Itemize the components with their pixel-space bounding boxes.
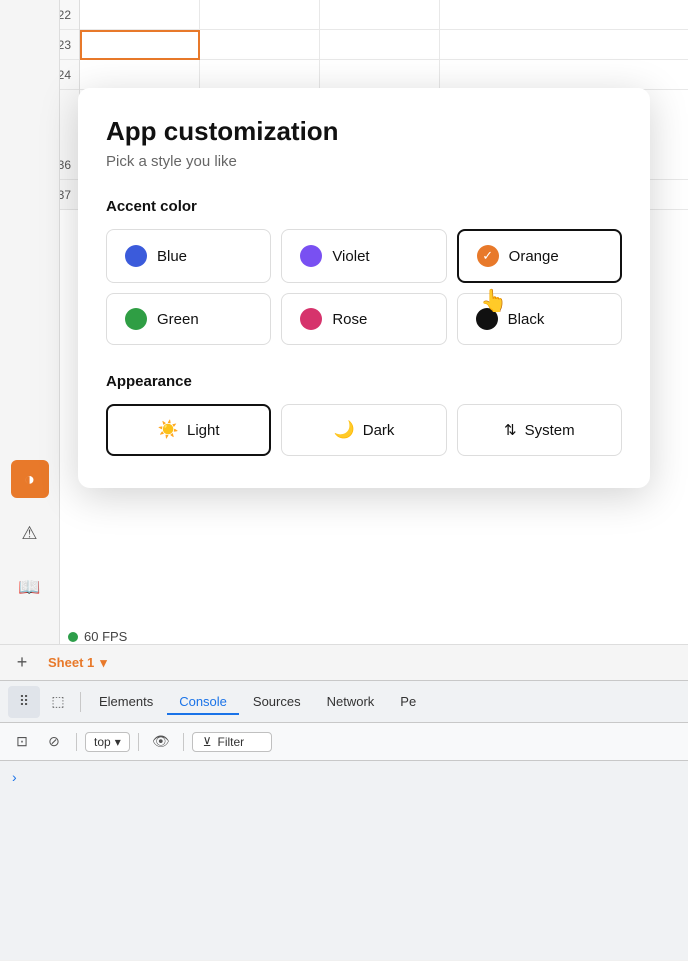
fps-label: 60 FPS bbox=[84, 629, 127, 644]
appearance-btn-dark[interactable]: 🌙 Dark bbox=[281, 404, 446, 456]
color-label-rose: Rose bbox=[332, 311, 367, 328]
app-customization-modal: App customization Pick a style you like … bbox=[78, 88, 650, 488]
appearance-btn-system[interactable]: ⇅ System bbox=[457, 404, 622, 456]
appearance-label-dark: Dark bbox=[363, 422, 395, 439]
grid-cell[interactable] bbox=[80, 60, 200, 90]
tab-separator bbox=[80, 692, 81, 712]
color-grid: Blue Violet ✓ Orange Green Rose Black bbox=[106, 229, 622, 345]
color-label-blue: Blue bbox=[157, 248, 187, 265]
add-sheet-button[interactable]: + bbox=[8, 649, 36, 677]
grid-cell[interactable] bbox=[320, 0, 440, 30]
appearance-btn-light[interactable]: ☀️ Light bbox=[106, 404, 271, 456]
toolbar-separator-2 bbox=[138, 733, 139, 751]
fps-dot bbox=[68, 632, 78, 642]
accent-color-label: Accent color bbox=[106, 198, 622, 215]
grid-row-24 bbox=[80, 60, 688, 90]
tab-performance[interactable]: Pe bbox=[388, 690, 428, 715]
modal-title: App customization bbox=[106, 116, 622, 147]
color-btn-orange[interactable]: ✓ Orange bbox=[457, 229, 622, 283]
appearance-grid: ☀️ Light 🌙 Dark ⇅ System bbox=[106, 404, 622, 456]
color-dot-blue bbox=[125, 245, 147, 267]
color-label-black: Black bbox=[508, 311, 545, 328]
sheet-tab-chevron: ▾ bbox=[100, 655, 107, 671]
grid-cell[interactable] bbox=[200, 0, 320, 30]
grid-cell[interactable] bbox=[200, 60, 320, 90]
filter-input[interactable]: ⊻ Filter bbox=[192, 732, 272, 752]
color-btn-violet[interactable]: Violet bbox=[281, 229, 446, 283]
light-icon: ☀️ bbox=[158, 420, 179, 440]
tab-console[interactable]: Console bbox=[167, 690, 239, 715]
tab-network[interactable]: Network bbox=[315, 690, 387, 715]
devtools-icon-grid[interactable]: ⠿ bbox=[8, 686, 40, 718]
grid-cell[interactable] bbox=[320, 60, 440, 90]
tab-elements[interactable]: Elements bbox=[87, 690, 165, 715]
filter-funnel-icon: ⊻ bbox=[203, 735, 212, 749]
color-dot-violet bbox=[300, 245, 322, 267]
sidebar-icon-docs[interactable]: 📖 bbox=[11, 568, 49, 606]
fps-indicator: 60 FPS bbox=[68, 629, 127, 644]
sheet-tab[interactable]: Sheet 1 ▾ bbox=[44, 653, 111, 673]
sidebar-toggle-icon[interactable]: ⊡ bbox=[8, 728, 36, 756]
grid-cell[interactable] bbox=[80, 0, 200, 30]
console-area[interactable]: › bbox=[0, 761, 688, 961]
color-dot-rose bbox=[300, 308, 322, 330]
selected-grid-cell[interactable] bbox=[80, 30, 200, 60]
sidebar-icon-alert[interactable]: ⚠ bbox=[11, 514, 49, 552]
color-label-green: Green bbox=[157, 311, 199, 328]
filter-label: Filter bbox=[218, 735, 245, 749]
color-label-violet: Violet bbox=[332, 248, 369, 265]
devtools-panel: ⠿ ⬚ Elements Console Sources Network Pe … bbox=[0, 680, 688, 960]
modal-subtitle: Pick a style you like bbox=[106, 153, 622, 170]
system-icon: ⇅ bbox=[504, 421, 517, 439]
top-context-chevron: ▾ bbox=[115, 735, 121, 749]
color-dot-black bbox=[476, 308, 498, 330]
devtools-tab-bar: ⠿ ⬚ Elements Console Sources Network Pe bbox=[0, 681, 688, 723]
grid-cell[interactable] bbox=[320, 30, 440, 60]
appearance-label: Appearance bbox=[106, 373, 622, 390]
color-btn-rose[interactable]: Rose bbox=[281, 293, 446, 345]
devtools-toolbar: ⊡ ⊘ top ▾ 👁 ⊻ Filter bbox=[0, 723, 688, 761]
devtools-icon-cursor[interactable]: ⬚ bbox=[42, 686, 74, 718]
sheet-bar: + Sheet 1 ▾ bbox=[0, 644, 688, 680]
grid-row-22 bbox=[80, 0, 688, 30]
color-dot-green bbox=[125, 308, 147, 330]
appearance-label-light: Light bbox=[187, 422, 220, 439]
sidebar-icon-theme[interactable]: ◑ bbox=[11, 460, 49, 498]
clear-icon[interactable]: ⊘ bbox=[40, 728, 68, 756]
dark-icon: 🌙 bbox=[334, 420, 355, 440]
color-btn-black[interactable]: Black bbox=[457, 293, 622, 345]
console-prompt-arrow[interactable]: › bbox=[12, 769, 17, 785]
toolbar-separator-3 bbox=[183, 733, 184, 751]
toolbar-separator bbox=[76, 733, 77, 751]
top-context-label: top bbox=[94, 735, 111, 749]
color-btn-blue[interactable]: Blue bbox=[106, 229, 271, 283]
grid-cell[interactable] bbox=[200, 30, 320, 60]
sheet-tab-label: Sheet 1 bbox=[48, 655, 94, 670]
color-dot-orange: ✓ bbox=[477, 245, 499, 267]
grid-row-23 bbox=[80, 30, 688, 60]
tab-sources[interactable]: Sources bbox=[241, 690, 313, 715]
color-label-orange: Orange bbox=[509, 248, 559, 265]
color-btn-green[interactable]: Green bbox=[106, 293, 271, 345]
left-sidebar: ◑ ⚠ 📖 bbox=[0, 0, 60, 690]
appearance-label-system: System bbox=[525, 422, 575, 439]
top-context-button[interactable]: top ▾ bbox=[85, 732, 130, 752]
eye-icon[interactable]: 👁 bbox=[147, 728, 175, 756]
